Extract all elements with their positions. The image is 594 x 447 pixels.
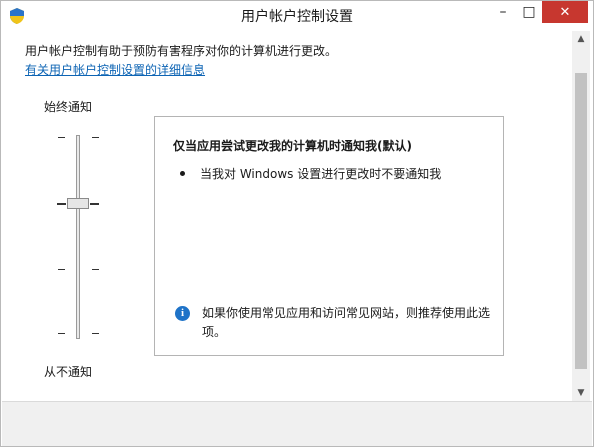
slider-label-never-notify: 从不通知: [44, 365, 93, 379]
content-area: 用户帐户控制有助于预防有害程序对你的计算机进行更改。 有关用户帐户控制设置的详细…: [2, 31, 572, 401]
slider-tick: [90, 203, 99, 205]
slider-tick: [58, 269, 65, 270]
chevron-down-icon[interactable]: ▼: [572, 385, 590, 401]
uac-settings-window: 用户帐户控制设置 – □ ✕ 用户帐户控制有助于预防有害程序对你的计算机进行更改…: [0, 0, 594, 447]
maximize-icon: □: [522, 4, 536, 20]
level-detail: 当我对 Windows 设置进行更改时不要通知我: [200, 167, 442, 181]
level-title: 仅当应用尝试更改我的计算机时通知我(默认): [173, 139, 412, 153]
slider-tick: [57, 203, 66, 205]
more-info-link[interactable]: 有关用户帐户控制设置的详细信息: [25, 61, 205, 78]
slider-tick: [92, 137, 99, 138]
button-footer: [2, 401, 592, 446]
title-bar: 用户帐户控制设置 – □ ✕: [1, 1, 593, 31]
uac-description: 用户帐户控制有助于预防有害程序对你的计算机进行更改。: [25, 44, 338, 58]
scrollbar-thumb[interactable]: [575, 73, 587, 369]
slider-track[interactable]: [76, 135, 80, 339]
bullet-icon: [180, 171, 185, 176]
slider-tick: [58, 333, 65, 334]
slider-label-always-notify: 始终通知: [44, 100, 93, 114]
slider-thumb[interactable]: [67, 198, 89, 209]
info-icon: i: [175, 306, 190, 321]
vertical-scrollbar[interactable]: ▲ ▼: [572, 31, 590, 401]
recommendation-text: 如果你使用常见应用和访问常见网站，则推荐使用此选项。: [202, 306, 491, 339]
close-icon: ✕: [559, 4, 571, 20]
maximize-button[interactable]: □: [516, 1, 542, 23]
slider-tick: [58, 137, 65, 138]
slider-tick: [92, 333, 99, 334]
minimize-icon: –: [499, 4, 507, 20]
minimize-button[interactable]: –: [490, 1, 516, 23]
slider-tick: [92, 269, 99, 270]
close-button[interactable]: ✕: [542, 1, 588, 23]
level-description-panel: 仅当应用尝试更改我的计算机时通知我(默认) 当我对 Windows 设置进行更改…: [154, 116, 504, 356]
chevron-up-icon[interactable]: ▲: [572, 31, 590, 47]
